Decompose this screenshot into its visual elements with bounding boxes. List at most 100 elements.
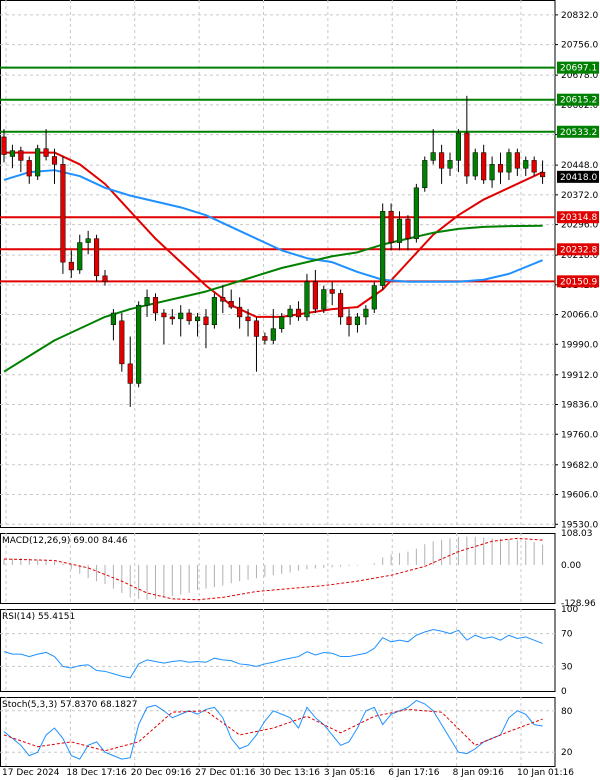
price-tick-label: 19606.0 — [561, 491, 598, 501]
candle-body — [51, 156, 58, 165]
moving-average-line — [4, 151, 544, 318]
candle-body — [68, 261, 74, 271]
candle-body — [295, 308, 302, 318]
level-tag-label: 20697.1 — [560, 64, 597, 74]
stoch-axis-label: 20 — [561, 748, 573, 758]
candle-body — [304, 281, 310, 318]
candle-body — [413, 187, 419, 239]
rsi-panel — [0, 628, 555, 679]
macd-axis-label: 0.00 — [561, 561, 581, 571]
candle-body — [439, 152, 445, 169]
time-tick-label: 6 Jan 17:16 — [388, 768, 440, 778]
level-tag-label: 20232.8 — [560, 245, 597, 255]
candle-body — [497, 164, 504, 173]
macd-panel — [3, 536, 544, 601]
candle-body — [329, 289, 335, 294]
candle-body — [102, 275, 108, 282]
candle-body — [194, 316, 201, 322]
price-tags: 20697.1 20615.2 20533.2 20314.8 20232.8 20150… — [557, 61, 599, 288]
candle-body — [178, 312, 184, 320]
moving-average-line — [3, 169, 543, 283]
candle-body — [110, 312, 116, 325]
candle-body — [26, 160, 32, 177]
candle-body — [211, 297, 217, 325]
panel-frame — [0, 0, 556, 528]
candle-body — [388, 211, 394, 243]
price-tick-label: 20756.0 — [561, 41, 598, 51]
current-price-label: 20418.0 — [560, 173, 597, 183]
candle-body — [430, 152, 436, 161]
axes: 20832.020756.020678.020602.020526.020448… — [2, 11, 598, 778]
candle-body — [540, 171, 546, 178]
stoch-axis-label: 80 — [561, 707, 573, 717]
candle-body — [1, 136, 7, 155]
candle-body — [35, 148, 41, 177]
candle-body — [60, 164, 66, 263]
candle-body — [186, 312, 192, 322]
level-tag-label: 20314.8 — [560, 213, 597, 223]
candle-body — [18, 150, 24, 161]
candle-body — [228, 301, 234, 308]
level-tag-label: 20615.2 — [560, 96, 597, 106]
stoch-signal-line — [3, 708, 543, 752]
candle-body — [262, 336, 268, 341]
candle-body — [279, 316, 285, 329]
candle-body — [43, 148, 49, 157]
price-tick-label: 19912.0 — [561, 371, 598, 381]
candle-body — [270, 328, 276, 341]
rsi-line — [3, 628, 543, 679]
time-tick-label: 17 Dec 2024 — [2, 768, 60, 778]
candle-body — [287, 308, 293, 318]
candle-body — [464, 132, 470, 177]
time-tick-label: 30 Dec 13:16 — [260, 768, 321, 778]
level-tag-label: 20533.2 — [560, 128, 597, 138]
grid — [0, 0, 556, 767]
candle-body — [312, 281, 318, 310]
candle-body — [354, 316, 361, 325]
candle-body — [514, 152, 520, 169]
time-tick-label: 10 Jan 01:16 — [517, 768, 574, 778]
candle-body — [447, 160, 453, 169]
candle-body — [136, 304, 142, 384]
candle-body — [169, 316, 175, 320]
rsi-axis-label: 0 — [561, 687, 567, 697]
candle-body — [346, 316, 352, 325]
price-tick-label: 19990.0 — [561, 340, 598, 350]
candle-body — [152, 297, 159, 314]
candle-body — [396, 218, 403, 243]
time-tick-label: 3 Jan 05:16 — [324, 768, 376, 778]
candle-body — [119, 320, 125, 365]
rsi-axis-label: 100 — [561, 605, 578, 615]
price-tick-label: 19836.0 — [561, 401, 598, 411]
candle-body — [455, 132, 461, 161]
candle-body — [203, 316, 209, 325]
candle-body — [9, 150, 15, 157]
time-tick-label: 27 Dec 01:16 — [195, 768, 256, 778]
candle-body — [85, 238, 91, 243]
trading-chart: 20832.020756.020678.020602.020526.020448… — [0, 0, 599, 778]
level-tag-label: 20150.9 — [560, 277, 597, 287]
candle-body — [245, 316, 251, 322]
candle-body — [489, 164, 495, 181]
panel-frame — [0, 609, 556, 692]
rsi-label: RSI(14) 55.4151 — [2, 612, 75, 622]
candle-body — [380, 211, 386, 286]
candle-body — [144, 297, 150, 306]
moving-average-line — [3, 224, 543, 373]
candle-body — [363, 308, 369, 318]
candle-body — [220, 297, 226, 302]
stoch-label: Stoch(5,3,3) 57.8370 68.1827 — [2, 700, 137, 710]
candle-body — [472, 152, 478, 177]
candle-body — [371, 285, 377, 310]
candle-body — [77, 242, 83, 271]
macd-axis-label: 108.03 — [561, 529, 593, 539]
price-tick-label: 20832.0 — [561, 11, 598, 21]
candle-body — [237, 306, 243, 318]
candle-body — [523, 160, 529, 169]
candle-body — [405, 218, 411, 239]
candle-body — [127, 363, 133, 384]
time-tick-label: 18 Dec 17:16 — [66, 768, 127, 778]
price-tick-label: 19760.0 — [561, 430, 598, 440]
candle-body — [422, 160, 428, 189]
price-tick-label: 20372.0 — [561, 191, 598, 201]
